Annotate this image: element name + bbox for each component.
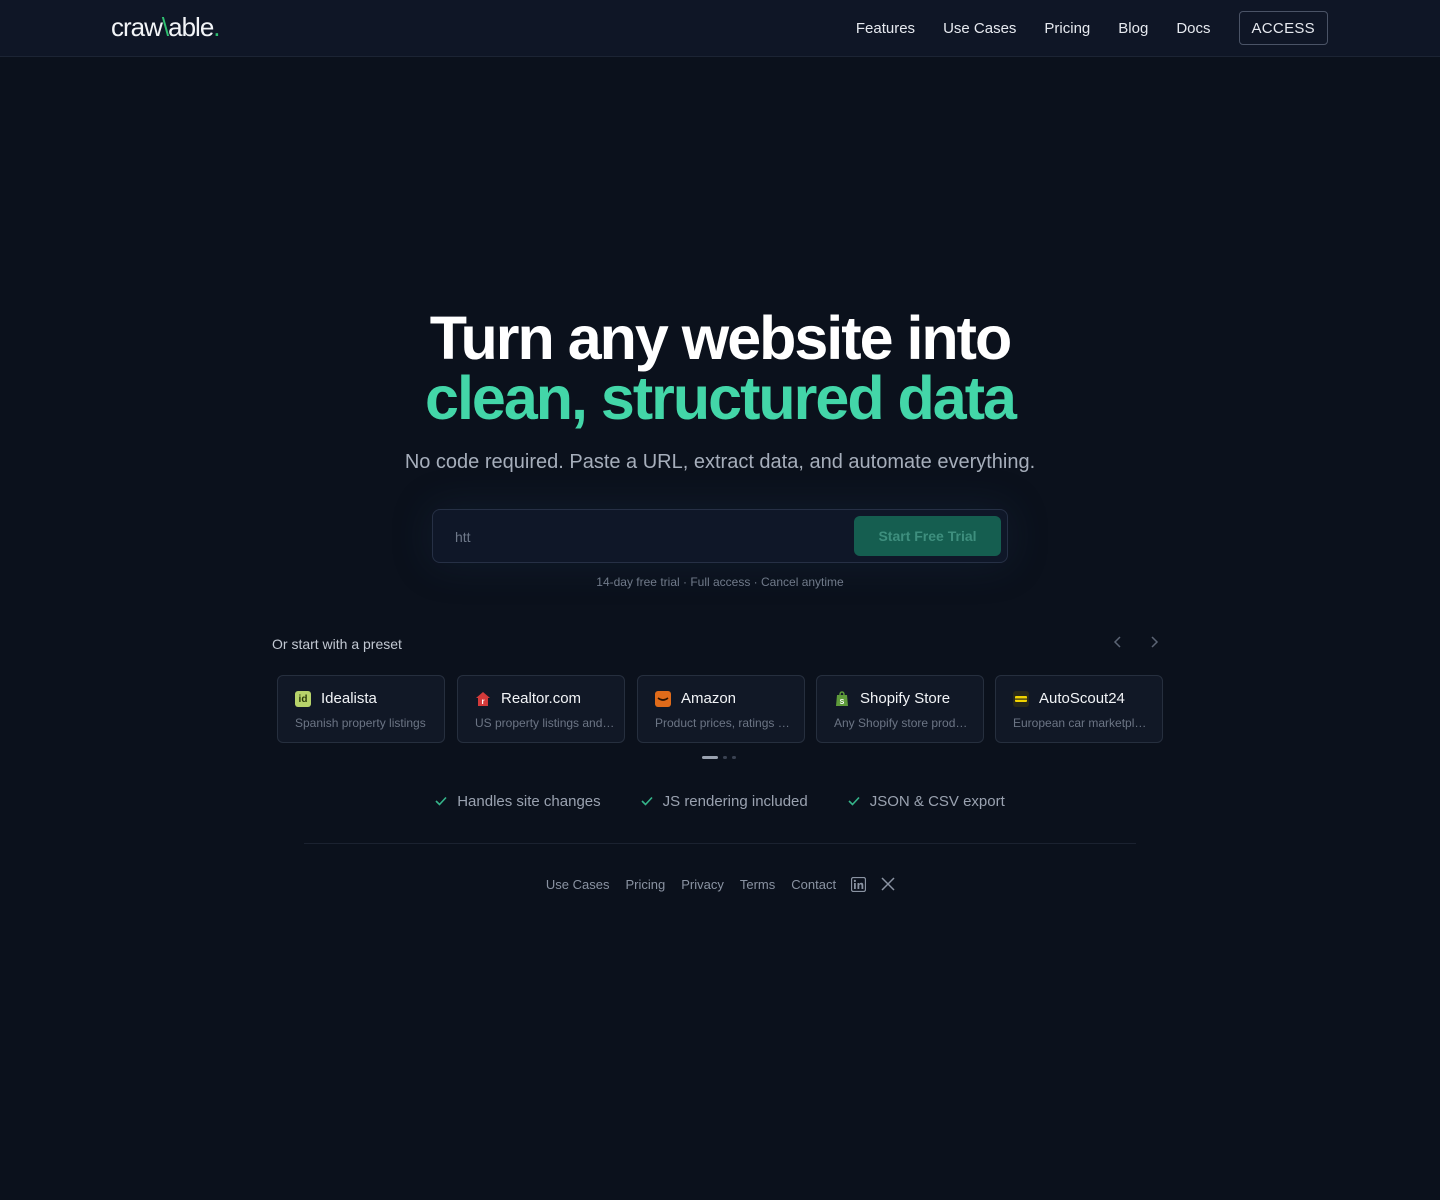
hero-subtitle: No code required. Paste a URL, extract d…: [404, 451, 1036, 473]
crawlable-logo[interactable]: craw\able.: [111, 12, 221, 43]
feature-item: Handles site changes: [435, 793, 601, 810]
footer-link-pricing[interactable]: Pricing: [626, 877, 666, 892]
pager-dot[interactable]: [723, 755, 727, 759]
footer-divider: [304, 843, 1136, 844]
footer: Use Cases Pricing Privacy Terms Contact: [0, 874, 1440, 894]
svg-text:r: r: [481, 697, 484, 706]
preset-description: Spanish property listings: [295, 716, 426, 730]
preset-description: US property listings and prices: [475, 716, 615, 730]
url-form: Start Free Trial: [432, 509, 1008, 563]
url-input[interactable]: [455, 526, 835, 548]
hero-title: Turn any website into clean, structured …: [0, 308, 1440, 429]
idealista-icon: id: [295, 691, 311, 707]
preset-name: AutoScout24: [1039, 690, 1125, 707]
check-icon: [848, 794, 860, 809]
check-icon: [641, 794, 653, 809]
feature-item: JSON & CSV export: [848, 793, 1005, 810]
nav-link-features[interactable]: Features: [856, 20, 915, 37]
chevron-right-icon[interactable]: [1144, 634, 1164, 654]
preset-card-shopify[interactable]: S Shopify Store Any Shopify store produc…: [816, 675, 984, 743]
top-navbar: craw\able. Features Use Cases Pricing Bl…: [0, 0, 1440, 57]
pager-dot-active[interactable]: [702, 755, 718, 759]
preset-name: Amazon: [681, 690, 737, 707]
linkedin-icon[interactable]: [851, 876, 867, 892]
autoscout-icon: [1013, 691, 1029, 707]
feature-item: JS rendering included: [641, 793, 808, 810]
preset-name: Shopify Store: [860, 690, 951, 707]
x-icon[interactable]: [880, 877, 895, 892]
access-button[interactable]: ACCESS: [1238, 11, 1328, 45]
trial-note: 14-day free trial · Full access · Cancel…: [596, 575, 844, 589]
nav-link-pricing[interactable]: Pricing: [1044, 20, 1090, 37]
pager-dot[interactable]: [732, 755, 736, 759]
nav-link-blog[interactable]: Blog: [1118, 20, 1148, 37]
preset-description: Product prices, ratings and reviews: [655, 716, 795, 730]
carousel-pager: [702, 755, 741, 759]
preset-card-autoscout24[interactable]: AutoScout24 European car marketplace lis…: [995, 675, 1163, 743]
check-icon: [435, 794, 447, 809]
chevron-left-icon[interactable]: [1108, 634, 1128, 654]
footer-link-terms[interactable]: Terms: [740, 877, 775, 892]
preset-carousel: id Idealista Spanish property listings r…: [277, 675, 1163, 743]
realtor-icon: r: [475, 691, 491, 707]
hero-title-line2: clean, structured data: [425, 364, 1017, 432]
preset-card-idealista[interactable]: id Idealista Spanish property listings: [277, 675, 445, 743]
start-free-trial-button[interactable]: Start Free Trial: [854, 516, 1001, 556]
preset-label: Or start with a preset: [272, 636, 402, 652]
preset-description: European car marketplace listings: [1013, 716, 1153, 730]
nav-link-docs[interactable]: Docs: [1176, 20, 1210, 37]
footer-link-contact[interactable]: Contact: [791, 877, 836, 892]
footer-link-use-cases[interactable]: Use Cases: [546, 877, 610, 892]
preset-name: Realtor.com: [501, 690, 582, 707]
preset-card-amazon[interactable]: Amazon Product prices, ratings and revie…: [637, 675, 805, 743]
nav-link-use-cases[interactable]: Use Cases: [943, 20, 1016, 37]
feature-list: Handles site changes JS rendering includ…: [0, 790, 1440, 812]
svg-text:S: S: [840, 699, 845, 706]
footer-link-privacy[interactable]: Privacy: [681, 877, 724, 892]
shopify-icon: S: [834, 691, 850, 707]
preset-name: Idealista: [321, 690, 377, 707]
hero-title-line1: Turn any website into: [429, 304, 1012, 372]
amazon-icon: [655, 691, 671, 707]
preset-card-realtor[interactable]: r Realtor.com US property listings and p…: [457, 675, 625, 743]
preset-description: Any Shopify store products: [834, 716, 974, 730]
main-nav: Features Use Cases Pricing Blog Docs ACC…: [856, 11, 1328, 45]
